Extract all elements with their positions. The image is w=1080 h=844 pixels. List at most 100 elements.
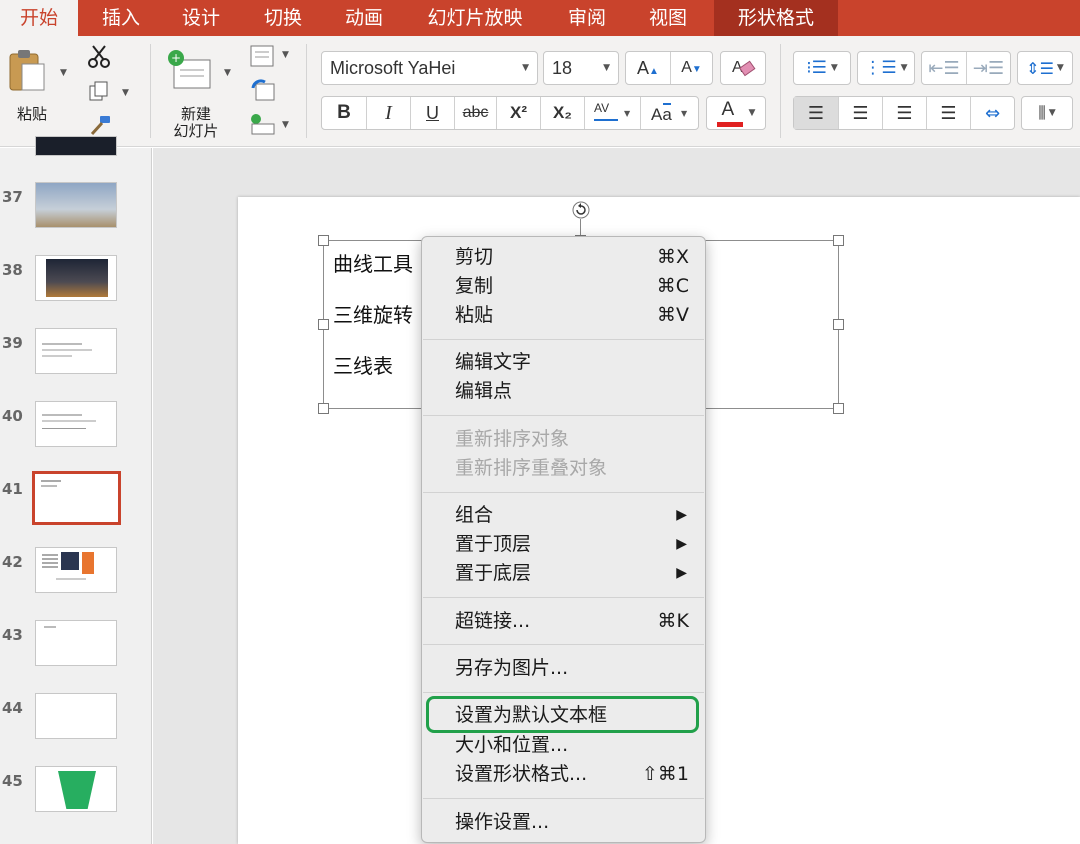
tab-design[interactable]: 设计 (170, 0, 232, 36)
text-line[interactable]: 曲线工具 (333, 248, 413, 277)
format-painter-icon[interactable] (88, 114, 112, 136)
tab-slideshow[interactable]: 幻灯片放映 (415, 0, 535, 36)
decrease-font-size-button[interactable]: A▼ (670, 52, 712, 84)
bullets-button[interactable]: ⁝☰ ▼ (793, 51, 851, 85)
paste-dropdown-icon[interactable]: ▼ (60, 68, 67, 78)
align-left-button[interactable]: ☰ (794, 97, 838, 129)
text-direction-button[interactable]: ⫼ ▼ (1021, 96, 1073, 130)
justify-button[interactable]: ☰ (926, 97, 970, 129)
chevron-down-icon: ▼ (748, 108, 756, 118)
font-size-select[interactable]: 18 ▼ (543, 51, 619, 85)
slide-thumbnail-selected[interactable] (32, 471, 121, 525)
bold-button[interactable]: B (322, 97, 366, 129)
decrease-indent-button[interactable]: ⇤☰ (922, 52, 966, 84)
submenu-arrow-icon: ▶ (676, 536, 687, 552)
resize-handle[interactable] (318, 319, 329, 330)
new-slide-icon[interactable]: + (166, 48, 214, 92)
slide-thumbnail[interactable] (35, 255, 117, 301)
ribbon-divider (780, 44, 781, 138)
change-case-button[interactable]: Aa ▼ (640, 97, 698, 129)
rotate-handle-icon[interactable] (571, 200, 591, 220)
increase-indent-button[interactable]: ⇥☰ (966, 52, 1010, 84)
chevron-down-icon: ▼ (522, 63, 529, 73)
italic-button[interactable]: I (366, 97, 410, 129)
menu-item-set-as-default-text-box[interactable]: 设置为默认文本框 (422, 701, 705, 730)
menu-item-action-settings[interactable]: 操作设置... (422, 808, 705, 837)
slide-thumbnail[interactable] (35, 136, 117, 156)
text-line[interactable]: 三维旋转 (333, 299, 413, 328)
resize-handle[interactable] (833, 403, 844, 414)
tab-insert[interactable]: 插入 (90, 0, 152, 36)
svg-text:▼: ▼ (624, 109, 631, 118)
resize-handle[interactable] (318, 235, 329, 246)
copy-icon[interactable] (88, 80, 110, 102)
font-name-value: Microsoft YaHei (330, 57, 456, 78)
font-color-letter: A (721, 99, 735, 120)
tab-shape-format[interactable]: 形状格式 (714, 0, 838, 36)
font-size-group: A▲ A▼ (625, 51, 713, 85)
slide-thumbnail[interactable] (35, 620, 117, 666)
distributed-button[interactable]: ⇔ (970, 97, 1014, 129)
menu-item-bring-to-front[interactable]: 置于顶层 ▶ (422, 530, 705, 559)
tab-home[interactable]: 开始 (0, 0, 78, 36)
menu-separator (423, 644, 704, 645)
new-slide-label[interactable]: 新建 幻灯片 (166, 106, 226, 140)
menu-item-edit-points[interactable]: 编辑点 (422, 377, 705, 406)
resize-handle[interactable] (833, 319, 844, 330)
section-icon[interactable] (250, 112, 276, 136)
slide-thumbnail[interactable] (35, 182, 117, 228)
menu-item-save-as-picture[interactable]: 另存为图片... (422, 654, 705, 683)
menu-item-size-and-position[interactable]: 大小和位置... (422, 731, 705, 760)
svg-text:Aa: Aa (651, 105, 672, 124)
line-spacing-button[interactable]: ⇕☰ ▼ (1017, 51, 1073, 85)
increase-font-size-button[interactable]: A▲ (626, 52, 670, 84)
superscript-button[interactable]: X² (496, 97, 540, 129)
numbering-button[interactable]: ⋮☰ ▼ (857, 51, 915, 85)
reset-icon[interactable] (250, 78, 276, 102)
slide-thumbnail[interactable] (35, 547, 117, 593)
align-right-button[interactable]: ☰ (882, 97, 926, 129)
paste-icon[interactable] (8, 48, 48, 94)
cut-icon[interactable] (88, 44, 110, 68)
font-color-button[interactable]: A ▼ (706, 96, 766, 130)
font-name-select[interactable]: Microsoft YaHei ▼ (321, 51, 538, 85)
tab-transitions[interactable]: 切换 (252, 0, 314, 36)
section-dropdown-icon[interactable]: ▼ (282, 120, 289, 130)
slide-thumbnail[interactable] (35, 693, 117, 739)
slide-thumbnail[interactable] (35, 766, 117, 812)
menu-item-cut[interactable]: 剪切 ⌘X (422, 243, 705, 272)
menu-item-hyperlink[interactable]: 超链接... ⌘K (422, 607, 705, 636)
chevron-down-icon: ▼ (830, 63, 838, 73)
resize-handle[interactable] (318, 403, 329, 414)
subscript-button[interactable]: X₂ (540, 97, 584, 129)
menu-item-format-shape[interactable]: 设置形状格式... ⇧⌘1 (422, 760, 705, 789)
resize-handle[interactable] (833, 235, 844, 246)
menu-item-group[interactable]: 组合 ▶ (422, 501, 705, 530)
new-slide-dropdown-icon[interactable]: ▼ (224, 68, 231, 78)
copy-dropdown-icon[interactable]: ▼ (122, 88, 129, 98)
underline-button[interactable]: U (410, 97, 454, 129)
paste-label[interactable]: 粘贴 (10, 106, 54, 123)
align-center-button[interactable]: ☰ (838, 97, 882, 129)
character-spacing-button[interactable]: AV ▼ (584, 97, 640, 129)
menu-item-edit-text[interactable]: 编辑文字 (422, 348, 705, 377)
strikethrough-button[interactable]: abc (454, 97, 496, 129)
slide-thumbnail[interactable] (35, 328, 117, 374)
menu-item-send-to-back[interactable]: 置于底层 ▶ (422, 559, 705, 588)
menu-item-paste[interactable]: 粘贴 ⌘V (422, 301, 705, 330)
tab-view[interactable]: 视图 (637, 0, 699, 36)
menu-item-label: 组合 (455, 504, 494, 526)
menu-item-shortcut: ⌘K (657, 610, 689, 632)
menu-item-label: 超链接... (455, 610, 531, 632)
layout-icon[interactable] (250, 44, 276, 68)
clear-formatting-button[interactable]: A (720, 51, 766, 85)
svg-text:AV: AV (594, 101, 609, 115)
slide-thumbnail[interactable] (35, 401, 117, 447)
menu-item-shortcut: ⌘X (656, 246, 689, 268)
text-line[interactable]: 三线表 (333, 350, 393, 379)
layout-dropdown-icon[interactable]: ▼ (282, 50, 289, 60)
tab-review[interactable]: 审阅 (556, 0, 618, 36)
menu-item-copy[interactable]: 复制 ⌘C (422, 272, 705, 301)
tab-animations[interactable]: 动画 (333, 0, 395, 36)
slide-number: 45 (2, 772, 23, 790)
